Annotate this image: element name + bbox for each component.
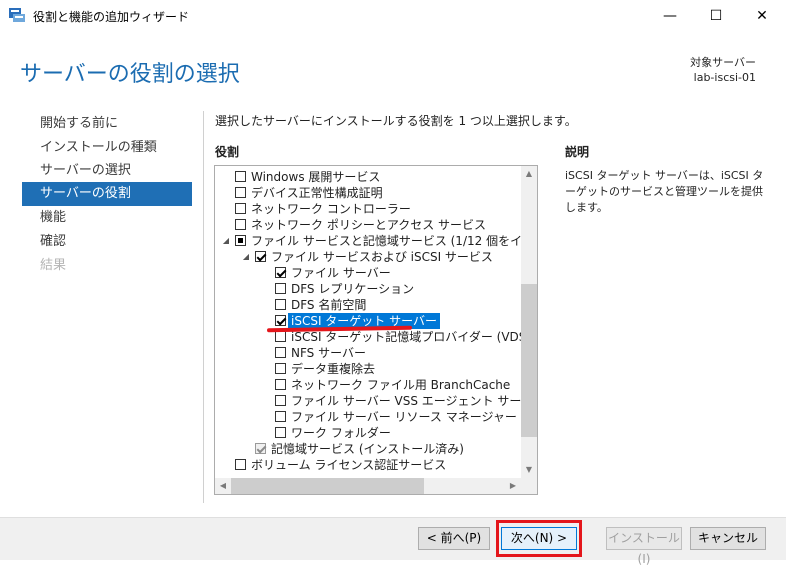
- role-label: Windows 展開サービス: [251, 170, 381, 184]
- role-checkbox[interactable]: [255, 251, 266, 262]
- description-heading: 説明: [565, 145, 590, 159]
- role-label: 記憶域サービス (インストール済み): [271, 442, 464, 456]
- nav-item[interactable]: 開始する前に: [22, 112, 192, 136]
- role-item[interactable]: ボリューム ライセンス認証サービス: [215, 457, 521, 473]
- role-checkbox[interactable]: [275, 347, 286, 358]
- role-checkbox[interactable]: [275, 299, 286, 310]
- role-item[interactable]: ネットワーク ポリシーとアクセス サービス: [215, 217, 521, 233]
- target-server-info: 対象サーバー lab-iscsi-01: [690, 55, 756, 85]
- role-label: NFS サーバー: [291, 346, 366, 360]
- target-server-label: 対象サーバー: [690, 56, 756, 69]
- nav-item[interactable]: サーバーの役割: [22, 182, 192, 206]
- minimize-button[interactable]: —: [647, 0, 693, 31]
- description-text: iSCSI ターゲット サーバーは、iSCSI ターゲットのサービスと管理ツール…: [565, 169, 764, 214]
- role-label: ファイル サーバー リソース マネージャー: [291, 410, 517, 424]
- horizontal-scrollbar[interactable]: ◀ ▶: [215, 478, 521, 494]
- role-label: ネットワーク ファイル用 BranchCache: [291, 378, 511, 392]
- role-checkbox[interactable]: [275, 379, 286, 390]
- nav-item[interactable]: サーバーの選択: [22, 159, 192, 183]
- role-item[interactable]: データ重複除去: [215, 361, 521, 377]
- role-label: ファイル サービスと記憶域サービス (1/12 個をインストール済: [251, 234, 537, 248]
- scrollbar-corner: [521, 478, 537, 494]
- role-checkbox[interactable]: [235, 171, 246, 182]
- role-item[interactable]: ◢ ファイル サービスと記憶域サービス (1/12 個をインストール済: [215, 233, 537, 249]
- role-checkbox: [255, 443, 266, 454]
- role-item[interactable]: NFS サーバー: [215, 345, 521, 361]
- role-item[interactable]: ネットワーク ファイル用 BranchCache: [215, 377, 521, 393]
- role-item[interactable]: iSCSI ターゲット記憶域プロバイダー (VDS および VSS: [215, 329, 537, 345]
- window-title: 役割と機能の追加ウィザード: [33, 10, 190, 24]
- previous-button[interactable]: < 前へ(P): [418, 527, 490, 550]
- minimize-icon: —: [663, 7, 677, 24]
- scroll-up-icon[interactable]: ▲: [521, 166, 537, 182]
- expander-icon[interactable]: ◢: [221, 233, 231, 249]
- role-item[interactable]: ファイル サーバー VSS エージェント サービス: [215, 393, 537, 409]
- role-item[interactable]: ◢ ファイル サービスおよび iSCSI サービス: [215, 249, 521, 265]
- role-checkbox[interactable]: [235, 459, 246, 470]
- role-item[interactable]: ネットワーク コントローラー: [215, 201, 521, 217]
- role-label: ネットワーク コントローラー: [251, 202, 411, 216]
- role-label: ファイル サーバー: [291, 266, 391, 280]
- role-checkbox[interactable]: [235, 235, 246, 246]
- role-item[interactable]: DFS レプリケーション: [215, 281, 521, 297]
- role-label: DFS 名前空間: [291, 298, 367, 312]
- scroll-down-icon[interactable]: ▼: [521, 462, 537, 478]
- scroll-right-icon[interactable]: ▶: [505, 478, 521, 494]
- annotation-box: [496, 520, 582, 557]
- role-item[interactable]: ファイル サーバー リソース マネージャー: [215, 409, 521, 425]
- role-checkbox[interactable]: [235, 187, 246, 198]
- role-label: ボリューム ライセンス認証サービス: [251, 458, 447, 472]
- role-item[interactable]: デバイス正常性構成証明: [215, 185, 521, 201]
- role-item[interactable]: ワーク フォルダー: [215, 425, 521, 441]
- role-checkbox[interactable]: [275, 395, 286, 406]
- role-item[interactable]: DFS 名前空間: [215, 297, 521, 313]
- role-label: ファイル サービスおよび iSCSI サービス: [271, 250, 493, 264]
- title-bar: 役割と機能の追加ウィザード — ☐ ✕: [0, 0, 786, 31]
- close-icon: ✕: [756, 7, 768, 24]
- scroll-left-icon[interactable]: ◀: [215, 478, 231, 494]
- role-label: デバイス正常性構成証明: [251, 186, 383, 200]
- vertical-scrollbar[interactable]: ▲ ▼: [521, 166, 537, 478]
- roles-heading: 役割: [215, 145, 240, 159]
- role-checkbox[interactable]: [275, 363, 286, 374]
- role-checkbox[interactable]: [275, 427, 286, 438]
- vertical-scroll-thumb[interactable]: [521, 284, 537, 437]
- role-checkbox[interactable]: [275, 411, 286, 422]
- cancel-button[interactable]: キャンセル: [690, 527, 766, 550]
- role-checkbox[interactable]: [235, 203, 246, 214]
- close-button[interactable]: ✕: [739, 0, 785, 31]
- role-label: DFS レプリケーション: [291, 282, 415, 296]
- nav-item: 結果: [40, 258, 67, 273]
- target-server-name: lab-iscsi-01: [693, 71, 756, 84]
- role-checkbox[interactable]: [235, 219, 246, 230]
- page-title: サーバーの役割の選択: [20, 62, 240, 87]
- server-manager-icon: [9, 8, 25, 22]
- role-item[interactable]: 記憶域サービス (インストール済み): [215, 441, 521, 457]
- nav-divider: [203, 111, 204, 503]
- role-label: ワーク フォルダー: [291, 426, 391, 440]
- role-label: データ重複除去: [291, 362, 376, 376]
- nav-item[interactable]: 確認: [22, 230, 192, 254]
- maximize-icon: ☐: [709, 7, 723, 24]
- role-item[interactable]: ファイル サーバー: [215, 265, 521, 281]
- role-label: ネットワーク ポリシーとアクセス サービス: [251, 218, 487, 232]
- maximize-button[interactable]: ☐: [693, 0, 739, 31]
- role-label: iSCSI ターゲット記憶域プロバイダー (VDS および VSS: [291, 330, 537, 344]
- role-checkbox[interactable]: [275, 267, 286, 278]
- nav-item[interactable]: インストールの種類: [22, 136, 192, 160]
- role-checkbox[interactable]: [275, 283, 286, 294]
- nav-item[interactable]: 機能: [22, 206, 192, 230]
- role-checkbox[interactable]: [275, 331, 286, 342]
- role-label: ファイル サーバー VSS エージェント サービス: [291, 394, 538, 408]
- expander-icon[interactable]: ◢: [241, 249, 251, 265]
- instruction-text: 選択したサーバーにインストールする役割を 1 つ以上選択します。: [215, 114, 577, 128]
- horizontal-scroll-thumb[interactable]: [231, 478, 424, 494]
- role-checkbox[interactable]: [275, 315, 286, 326]
- role-item[interactable]: Windows 展開サービス: [215, 169, 521, 185]
- install-button[interactable]: インストール(I): [606, 527, 682, 566]
